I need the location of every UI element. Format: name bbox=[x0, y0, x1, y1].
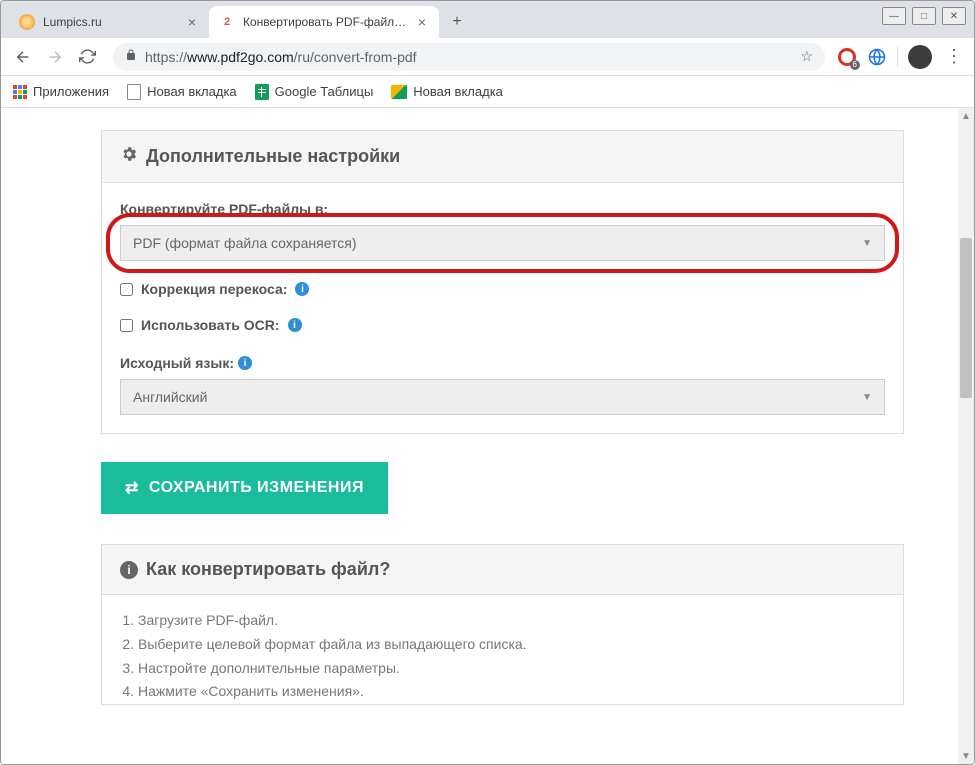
sheets-icon bbox=[255, 84, 269, 100]
info-icon[interactable]: i bbox=[295, 282, 309, 296]
titlebar: Lumpics.ru × Конвертировать PDF-файл — К… bbox=[1, 1, 974, 38]
bookmarks-bar: Приложения Новая вкладка Google Таблицы … bbox=[1, 76, 974, 108]
favicon-icon bbox=[19, 14, 35, 30]
maximize-button[interactable]: □ bbox=[912, 7, 936, 25]
scrollbar[interactable]: ▲ ▼ bbox=[958, 108, 974, 764]
help-header: i Как конвертировать файл? bbox=[102, 545, 903, 595]
panel-title: Дополнительные настройки bbox=[146, 146, 400, 167]
bookmark-item[interactable]: Новая вкладка bbox=[391, 84, 503, 99]
format-select[interactable]: PDF (формат файла сохраняется) ▼ bbox=[120, 225, 885, 261]
help-title: Как конвертировать файл? bbox=[146, 559, 390, 580]
ocr-checkbox-row[interactable]: Использовать OCR: i bbox=[120, 317, 885, 333]
extension-opera-icon[interactable]: 6 bbox=[837, 47, 857, 67]
close-window-button[interactable]: ✕ bbox=[942, 7, 966, 25]
tab-title: Lumpics.ru bbox=[43, 15, 177, 29]
help-step: Выберите целевой формат файла из выпадаю… bbox=[138, 633, 885, 657]
bookmark-item[interactable]: Google Таблицы bbox=[255, 84, 374, 100]
swap-icon: ⇄ bbox=[125, 478, 139, 498]
tab-inactive[interactable]: Lumpics.ru × bbox=[9, 6, 209, 38]
extension-globe-icon[interactable] bbox=[867, 47, 887, 67]
apps-button[interactable]: Приложения bbox=[13, 84, 109, 99]
help-panel: i Как конвертировать файл? Загрузите PDF… bbox=[101, 544, 904, 705]
new-tab-button[interactable]: + bbox=[443, 8, 471, 36]
info-icon: i bbox=[120, 561, 138, 579]
back-button[interactable] bbox=[9, 43, 37, 71]
settings-panel: Дополнительные настройки Конвертируйте P… bbox=[101, 130, 904, 434]
gears-icon bbox=[120, 145, 138, 168]
forward-button[interactable] bbox=[41, 43, 69, 71]
scroll-down-icon[interactable]: ▼ bbox=[958, 748, 974, 764]
menu-button[interactable]: ⋮ bbox=[942, 45, 966, 69]
address-bar[interactable]: https://www.pdf2go.com/ru/convert-from-p… bbox=[113, 43, 825, 71]
select-value: Английский bbox=[133, 389, 207, 405]
toolbar: https://www.pdf2go.com/ru/convert-from-p… bbox=[1, 38, 974, 76]
extension-badge: 6 bbox=[850, 60, 860, 70]
bookmark-label: Новая вкладка bbox=[413, 84, 503, 99]
document-icon bbox=[127, 84, 141, 100]
save-changes-button[interactable]: ⇄ СОХРАНИТЬ ИЗМЕНЕНИЯ bbox=[101, 462, 388, 514]
bookmark-label: Новая вкладка bbox=[147, 84, 237, 99]
scroll-thumb[interactable] bbox=[960, 238, 972, 398]
deskew-checkbox[interactable] bbox=[120, 283, 133, 296]
chevron-down-icon: ▼ bbox=[862, 392, 872, 403]
help-step: Настройте дополнительные параметры. bbox=[138, 657, 885, 681]
info-icon[interactable]: i bbox=[288, 318, 302, 332]
tab-active[interactable]: Конвертировать PDF-файл — К × bbox=[209, 6, 439, 38]
checkbox-label: Использовать OCR: bbox=[141, 317, 280, 333]
page-viewport: ▲ ▼ Дополнительные настройки Конвертируй… bbox=[1, 108, 974, 764]
convert-label: Конвертируйте PDF-файлы в: bbox=[120, 201, 885, 217]
help-steps: Загрузите PDF-файл. Выберите целевой фор… bbox=[138, 609, 885, 704]
deskew-checkbox-row[interactable]: Коррекция перекоса: i bbox=[120, 281, 885, 297]
language-label: Исходный язык: i bbox=[120, 355, 885, 371]
close-icon[interactable]: × bbox=[185, 15, 199, 29]
chevron-down-icon: ▼ bbox=[862, 238, 872, 249]
checkbox-label: Коррекция перекоса: bbox=[141, 281, 287, 297]
profile-avatar[interactable] bbox=[908, 45, 932, 69]
info-icon[interactable]: i bbox=[238, 356, 252, 370]
star-icon[interactable]: ☆ bbox=[800, 48, 813, 65]
favicon-icon bbox=[219, 14, 235, 30]
button-label: СОХРАНИТЬ ИЗМЕНЕНИЯ bbox=[149, 479, 364, 497]
window-controls: — □ ✕ bbox=[882, 7, 966, 25]
image-icon bbox=[391, 85, 407, 99]
bookmark-label: Google Таблицы bbox=[275, 84, 374, 99]
lock-icon bbox=[125, 49, 137, 64]
ocr-checkbox[interactable] bbox=[120, 319, 133, 332]
select-value: PDF (формат файла сохраняется) bbox=[133, 235, 357, 251]
minimize-button[interactable]: — bbox=[882, 7, 906, 25]
bookmark-label: Приложения bbox=[33, 84, 109, 99]
apps-icon bbox=[13, 85, 27, 99]
close-icon[interactable]: × bbox=[415, 15, 429, 29]
help-step: Загрузите PDF-файл. bbox=[138, 609, 885, 633]
tab-title: Конвертировать PDF-файл — К bbox=[243, 15, 407, 29]
panel-header: Дополнительные настройки bbox=[102, 131, 903, 183]
scroll-up-icon[interactable]: ▲ bbox=[958, 108, 974, 124]
help-step: Нажмите «Сохранить изменения». bbox=[138, 680, 885, 704]
bookmark-item[interactable]: Новая вкладка bbox=[127, 84, 237, 100]
url-text: https://www.pdf2go.com/ru/convert-from-p… bbox=[145, 49, 417, 65]
language-select[interactable]: Английский ▼ bbox=[120, 379, 885, 415]
reload-button[interactable] bbox=[73, 43, 101, 71]
